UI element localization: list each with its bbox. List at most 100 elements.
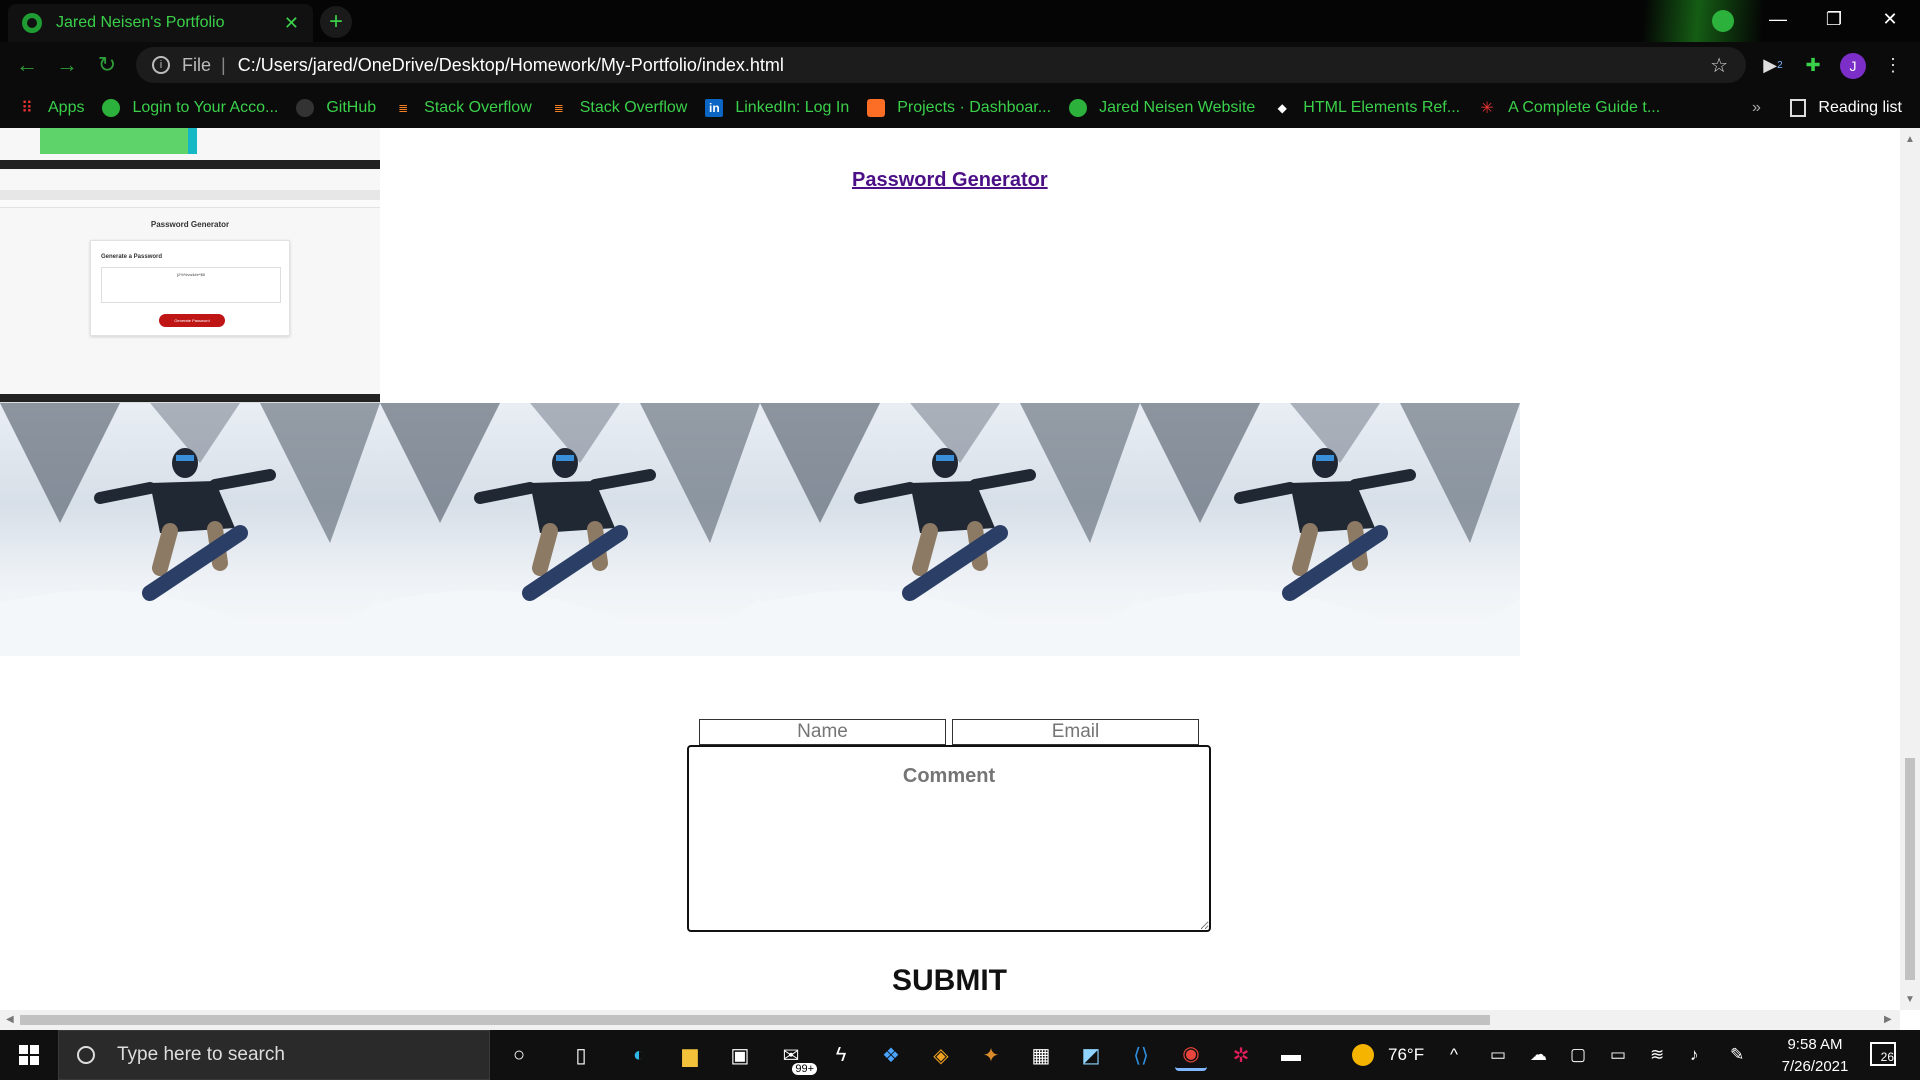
illustration-shape xyxy=(474,482,536,504)
illustration-shape xyxy=(1400,403,1520,543)
store-icon[interactable]: ▣ xyxy=(724,1039,756,1071)
back-button[interactable]: ← xyxy=(12,50,42,80)
meet-now-icon[interactable]: ▭ xyxy=(1490,1030,1506,1080)
scroll-right-arrow-icon[interactable]: ▶ xyxy=(1884,1014,1892,1025)
volume-icon[interactable]: ♪ xyxy=(1690,1030,1699,1080)
bookmark-stackoverflow-1[interactable]: ≣ Stack Overflow xyxy=(394,99,532,117)
display-icon[interactable]: ▢ xyxy=(1570,1030,1586,1080)
wifi-icon[interactable]: ≋ xyxy=(1650,1030,1664,1080)
illustration-shape xyxy=(854,482,916,504)
bookmark-apps[interactable]: ⠿ Apps xyxy=(18,99,84,117)
password-generator-link[interactable]: Password Generator xyxy=(852,169,1048,192)
info-icon[interactable]: i xyxy=(152,56,170,74)
thumbnail-taskbar xyxy=(0,160,380,169)
url-separator: | xyxy=(221,54,226,75)
bookmark-jared-site[interactable]: Jared Neisen Website xyxy=(1069,99,1255,117)
bookmark-label: A Complete Guide t... xyxy=(1508,99,1661,116)
minimize-button[interactable]: — xyxy=(1750,0,1806,38)
horizontal-scroll-thumb[interactable] xyxy=(20,1015,1490,1025)
reload-button[interactable]: ↻ xyxy=(92,50,122,80)
illustration-shape xyxy=(552,448,578,478)
browser-tab[interactable]: Jared Neisen's Portfolio ✕ xyxy=(8,4,313,42)
bookmark-gitlab[interactable]: Projects · Dashboar... xyxy=(867,99,1051,117)
calculator-icon[interactable]: ▦ xyxy=(1025,1039,1057,1071)
snowboarder-photo[interactable] xyxy=(0,403,380,656)
bookmark-complete-guide[interactable]: ✳ A Complete Guide t... xyxy=(1478,99,1660,117)
illustration-shape xyxy=(260,403,380,543)
snowboarder-illustration xyxy=(0,403,380,656)
scroll-down-arrow-icon[interactable]: ▼ xyxy=(1905,994,1915,1005)
dropbox-icon[interactable]: ❖ xyxy=(875,1039,907,1071)
illustration-shape xyxy=(94,482,156,504)
edge-icon[interactable]: ◐ xyxy=(623,1039,655,1071)
puzzle-icon[interactable]: ✚ xyxy=(1800,52,1826,78)
forward-button[interactable]: → xyxy=(52,50,82,80)
asterisk-icon: ✳ xyxy=(1480,100,1494,117)
url-text[interactable]: C:/Users/jared/OneDrive/Desktop/Homework… xyxy=(238,55,784,76)
comment-textarea[interactable] xyxy=(687,745,1211,932)
illustration-shape xyxy=(380,403,500,523)
illustration-shape xyxy=(1316,455,1334,461)
start-button[interactable] xyxy=(0,1030,58,1080)
vpn-extension-icon[interactable] xyxy=(1712,10,1734,32)
photo-gallery xyxy=(0,403,1520,656)
tab-close-button[interactable]: ✕ xyxy=(284,13,299,34)
mail-icon[interactable]: ✉ 99+ xyxy=(775,1039,817,1075)
bookmark-stackoverflow-2[interactable]: ≣ Stack Overflow xyxy=(550,99,688,117)
task-view-icon[interactable]: ▯ xyxy=(565,1039,597,1071)
bookmarks-overflow-button[interactable]: » xyxy=(1752,99,1761,117)
submit-button[interactable]: SUBMIT xyxy=(892,964,1007,998)
bookmark-label: HTML Elements Ref... xyxy=(1303,99,1461,116)
restore-button[interactable]: ❐ xyxy=(1806,0,1862,38)
thumbnail-generate-button: Generate Password xyxy=(159,314,225,327)
close-window-button[interactable]: ✕ xyxy=(1862,0,1918,38)
weather-widget[interactable]: 76°F xyxy=(1352,1030,1424,1080)
horizontal-scrollbar[interactable]: ◀ ▶ xyxy=(0,1010,1900,1030)
vscode-icon[interactable]: ⟨⟩ xyxy=(1125,1039,1157,1071)
battery-icon[interactable]: ▭ xyxy=(1610,1030,1626,1080)
bookmark-star-icon[interactable]: ☆ xyxy=(1710,53,1728,78)
sourcetree-icon[interactable]: ✦ xyxy=(975,1039,1007,1071)
vertical-scroll-thumb[interactable] xyxy=(1905,758,1915,980)
onedrive-icon[interactable]: ☁ xyxy=(1530,1030,1547,1080)
illustration-shape xyxy=(380,590,760,656)
snowboarder-photo[interactable] xyxy=(380,403,760,656)
tray-chevron-icon[interactable]: ^ xyxy=(1450,1030,1458,1080)
scroll-left-arrow-icon[interactable]: ◀ xyxy=(6,1014,14,1025)
vertical-scrollbar[interactable]: ▲ ▼ xyxy=(1900,128,1920,1010)
bookmark-github[interactable]: GitHub xyxy=(296,99,376,117)
chrome-icon[interactable]: ◉ xyxy=(1175,1039,1207,1071)
extension-icon[interactable]: ▶ 2 xyxy=(1760,52,1786,78)
email-input[interactable] xyxy=(952,719,1199,745)
slack-icon[interactable]: ✲ xyxy=(1225,1039,1257,1071)
weather-temp: 76°F xyxy=(1388,1045,1425,1064)
snowboarder-photo[interactable] xyxy=(760,403,1140,656)
profile-avatar[interactable]: J xyxy=(1840,53,1866,79)
scroll-up-arrow-icon[interactable]: ▲ xyxy=(1905,134,1915,145)
pen-icon[interactable]: ✎ xyxy=(1730,1030,1744,1080)
lightning-app-icon[interactable]: ϟ xyxy=(825,1039,857,1071)
file-explorer-icon[interactable]: ▆ xyxy=(674,1039,706,1071)
bookmark-html-elements[interactable]: ◆ HTML Elements Ref... xyxy=(1273,99,1460,117)
globe-icon xyxy=(1069,99,1088,117)
project-screenshot-thumbnail[interactable]: Password Generator Generate a Password j… xyxy=(0,128,380,403)
clock-time: 9:58 AM xyxy=(1787,1036,1843,1053)
notification-center-icon[interactable]: 26 xyxy=(1870,1042,1896,1066)
bookmark-linkedin[interactable]: in LinkedIn: Log In xyxy=(705,99,849,117)
name-input[interactable] xyxy=(699,719,946,745)
illustration-shape xyxy=(172,448,198,478)
menu-kebab-icon[interactable]: ⋮ xyxy=(1880,52,1906,78)
brave-icon[interactable]: ◈ xyxy=(925,1039,957,1071)
cortana-icon[interactable]: ○ xyxy=(503,1039,535,1071)
snowboarder-photo[interactable] xyxy=(1140,403,1520,656)
taskbar-search[interactable]: Type here to search xyxy=(58,1030,490,1080)
reading-list-button[interactable]: Reading list xyxy=(1790,99,1902,117)
illustration-shape xyxy=(1292,523,1318,576)
address-bar[interactable]: i File | C:/Users/jared/OneDrive/Desktop… xyxy=(136,47,1746,83)
new-tab-button[interactable]: + xyxy=(320,6,352,38)
notes-icon[interactable]: ◩ xyxy=(1075,1039,1107,1071)
taskbar-clock[interactable]: 9:58 AM 7/26/2021 xyxy=(1760,1034,1870,1078)
bookmark-login[interactable]: Login to Your Acco... xyxy=(102,99,278,117)
bookmark-label: GitHub xyxy=(326,99,377,116)
terminal-icon[interactable]: ▬ xyxy=(1275,1039,1307,1071)
